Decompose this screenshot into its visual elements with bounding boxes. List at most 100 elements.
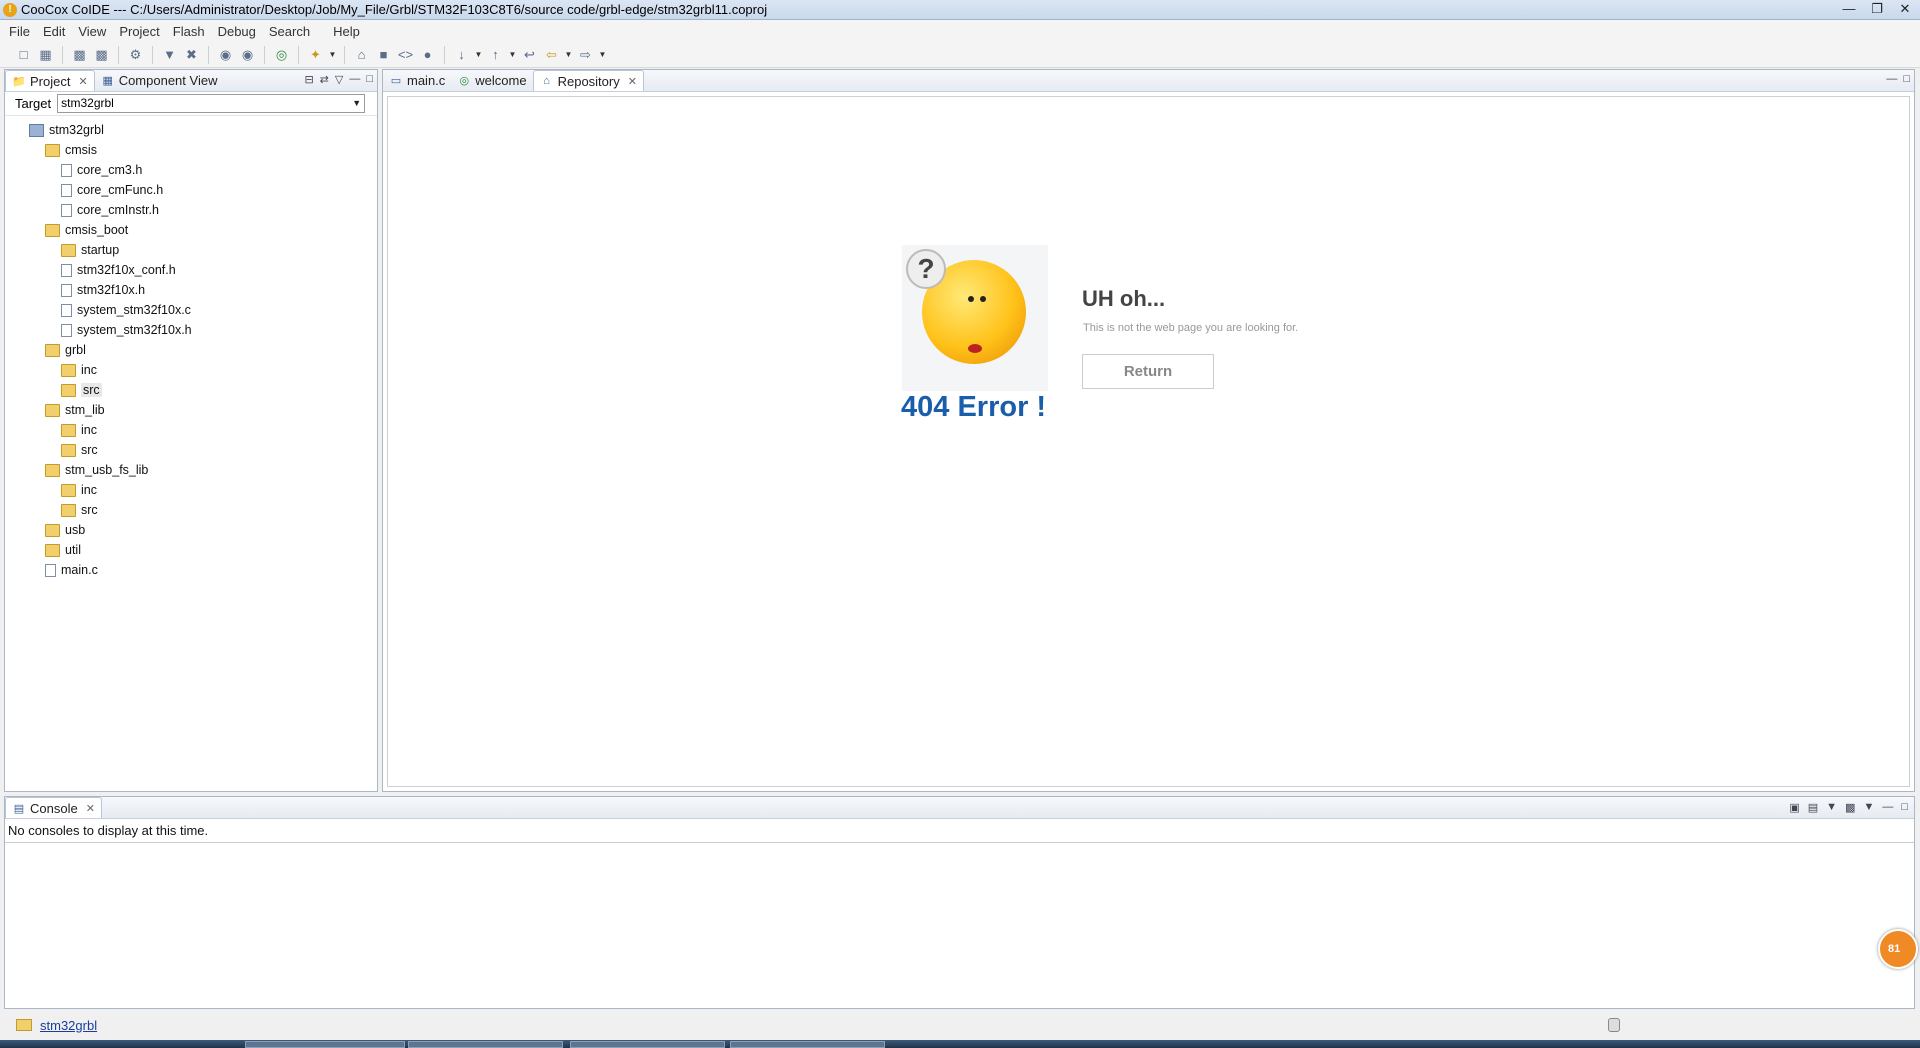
minimize-icon[interactable]: —: [1886, 73, 1897, 85]
tree-item-folder[interactable]: cmsis_boot: [5, 220, 377, 240]
tree-item-file[interactable]: main.c: [5, 560, 377, 580]
tree-item-folder[interactable]: stm_usb_fs_lib: [5, 460, 377, 480]
tree-item-file[interactable]: stm32f10x_conf.h: [5, 260, 377, 280]
menu-search[interactable]: Search: [264, 24, 315, 39]
debug-icon[interactable]: ◉: [216, 45, 235, 64]
tree-item-folder[interactable]: startup: [5, 240, 377, 260]
rebuild-icon[interactable]: ▩: [92, 45, 111, 64]
taskbar-item[interactable]: [730, 1041, 885, 1048]
close-icon[interactable]: ✕: [1894, 1, 1916, 17]
toolbar-separator: [264, 45, 265, 64]
back-icon[interactable]: ⇦: [542, 45, 561, 64]
tree-item-file[interactable]: core_cmInstr.h: [5, 200, 377, 220]
prev-annotation-icon[interactable]: ↑: [486, 45, 505, 64]
menu-debug[interactable]: Debug: [213, 24, 261, 39]
tree-item-file[interactable]: stm32f10x.h: [5, 280, 377, 300]
tree-item-file[interactable]: system_stm32f10x.h: [5, 320, 377, 340]
tree-item-label: main.c: [61, 563, 98, 577]
code-icon[interactable]: <>: [396, 45, 415, 64]
target-select[interactable]: stm32grbl ▼: [57, 94, 366, 113]
save-icon[interactable]: ▦: [36, 45, 55, 64]
tree-item-folder[interactable]: inc: [5, 360, 377, 380]
tab-welcome[interactable]: ◎ welcome: [451, 70, 532, 91]
repository-icon[interactable]: ■: [374, 45, 393, 64]
minimize-icon[interactable]: —: [1882, 801, 1893, 814]
tree-item-folder[interactable]: stm_lib: [5, 400, 377, 420]
menu-view[interactable]: View: [73, 24, 111, 39]
notification-badge[interactable]: 81: [1878, 929, 1918, 969]
link-editor-icon[interactable]: ⇄: [320, 73, 329, 86]
tab-repository[interactable]: ⌂ Repository ✕: [532, 70, 644, 91]
debug-settings-icon[interactable]: ◉: [238, 45, 257, 64]
menu-project[interactable]: Project: [114, 24, 164, 39]
tree-item-folder[interactable]: src: [5, 440, 377, 460]
chevron-down-icon[interactable]: ▼: [474, 50, 483, 59]
minimize-icon[interactable]: —: [1838, 1, 1860, 17]
tree-item-label: inc: [81, 363, 97, 377]
tree-item-label: inc: [81, 423, 97, 437]
close-icon[interactable]: ✕: [86, 802, 95, 815]
menu-edit[interactable]: Edit: [38, 24, 70, 39]
tree-item-folder[interactable]: grbl: [5, 340, 377, 360]
tree-item-label: startup: [81, 243, 120, 257]
tree-item-folder[interactable]: cmsis: [5, 140, 377, 160]
menu-help[interactable]: Help: [328, 24, 365, 39]
collapse-all-icon[interactable]: ⊟: [304, 73, 313, 86]
chevron-down-icon[interactable]: ▼: [1826, 801, 1837, 814]
status-project-link[interactable]: stm32grbl: [40, 1018, 97, 1033]
tree-item-file[interactable]: core_cm3.h: [5, 160, 377, 180]
build-icon[interactable]: ▩: [70, 45, 89, 64]
maximize-icon[interactable]: □: [366, 73, 373, 86]
error-heading: UH oh...: [1082, 286, 1166, 311]
tab-label: main.c: [407, 73, 446, 88]
close-icon[interactable]: ✕: [78, 75, 87, 88]
tree-item-folder[interactable]: src: [5, 500, 377, 520]
maximize-icon[interactable]: □: [1901, 801, 1908, 814]
close-icon[interactable]: ✕: [628, 75, 637, 88]
download-icon[interactable]: ▼: [160, 45, 179, 64]
chevron-down-icon[interactable]: ▼: [508, 50, 517, 59]
wand-icon[interactable]: ✦: [306, 45, 325, 64]
restore-icon[interactable]: ❐: [1866, 1, 1888, 17]
tree-item-folder[interactable]: inc: [5, 420, 377, 440]
erase-icon[interactable]: ✖: [182, 45, 201, 64]
menu-file[interactable]: File: [4, 24, 35, 39]
last-edit-icon[interactable]: ↩: [520, 45, 539, 64]
tab-project[interactable]: 📁 Project ✕: [5, 70, 95, 91]
tree-item-folder[interactable]: usb: [5, 520, 377, 540]
taskbar-item[interactable]: [245, 1041, 405, 1048]
new-file-icon[interactable]: □: [14, 45, 33, 64]
chevron-down-icon[interactable]: ▼: [598, 50, 607, 59]
chevron-down-icon[interactable]: ▼: [328, 50, 337, 59]
display-console-icon[interactable]: ▤: [1808, 801, 1818, 814]
tree-item-label: stm32grbl: [49, 123, 104, 137]
tree-item-folder[interactable]: util: [5, 540, 377, 560]
web-icon[interactable]: ◎: [272, 45, 291, 64]
open-console-icon[interactable]: ▩: [1845, 801, 1855, 814]
taskbar-item[interactable]: [408, 1041, 563, 1048]
tree-item-file[interactable]: system_stm32f10x.c: [5, 300, 377, 320]
return-button[interactable]: Return: [1082, 354, 1214, 389]
folder-icon: [45, 143, 60, 157]
component-view-icon: ▦: [102, 75, 113, 87]
minimize-icon[interactable]: —: [349, 73, 360, 86]
pin-console-icon[interactable]: ▣: [1789, 801, 1799, 814]
tab-component-view[interactable]: ▦ Component View: [95, 70, 224, 91]
forward-icon[interactable]: ⇨: [576, 45, 595, 64]
taskbar-item[interactable]: [570, 1041, 725, 1048]
tab-main-c[interactable]: ▭ main.c: [383, 70, 451, 91]
globe-icon[interactable]: ●: [418, 45, 437, 64]
configuration-icon[interactable]: ⚙: [126, 45, 145, 64]
next-annotation-icon[interactable]: ↓: [452, 45, 471, 64]
view-menu-icon[interactable]: ▽: [335, 73, 343, 86]
tree-item-folder[interactable]: src: [5, 380, 377, 400]
tree-item-project[interactable]: stm32grbl: [5, 120, 377, 140]
maximize-icon[interactable]: □: [1903, 73, 1910, 85]
chevron-down-icon[interactable]: ▼: [1863, 801, 1874, 814]
chevron-down-icon[interactable]: ▼: [564, 50, 573, 59]
tree-item-file[interactable]: core_cmFunc.h: [5, 180, 377, 200]
menu-flash[interactable]: Flash: [168, 24, 210, 39]
home-icon[interactable]: ⌂: [352, 45, 371, 64]
tree-item-folder[interactable]: inc: [5, 480, 377, 500]
tab-console[interactable]: ▤ Console ✕: [5, 797, 102, 818]
